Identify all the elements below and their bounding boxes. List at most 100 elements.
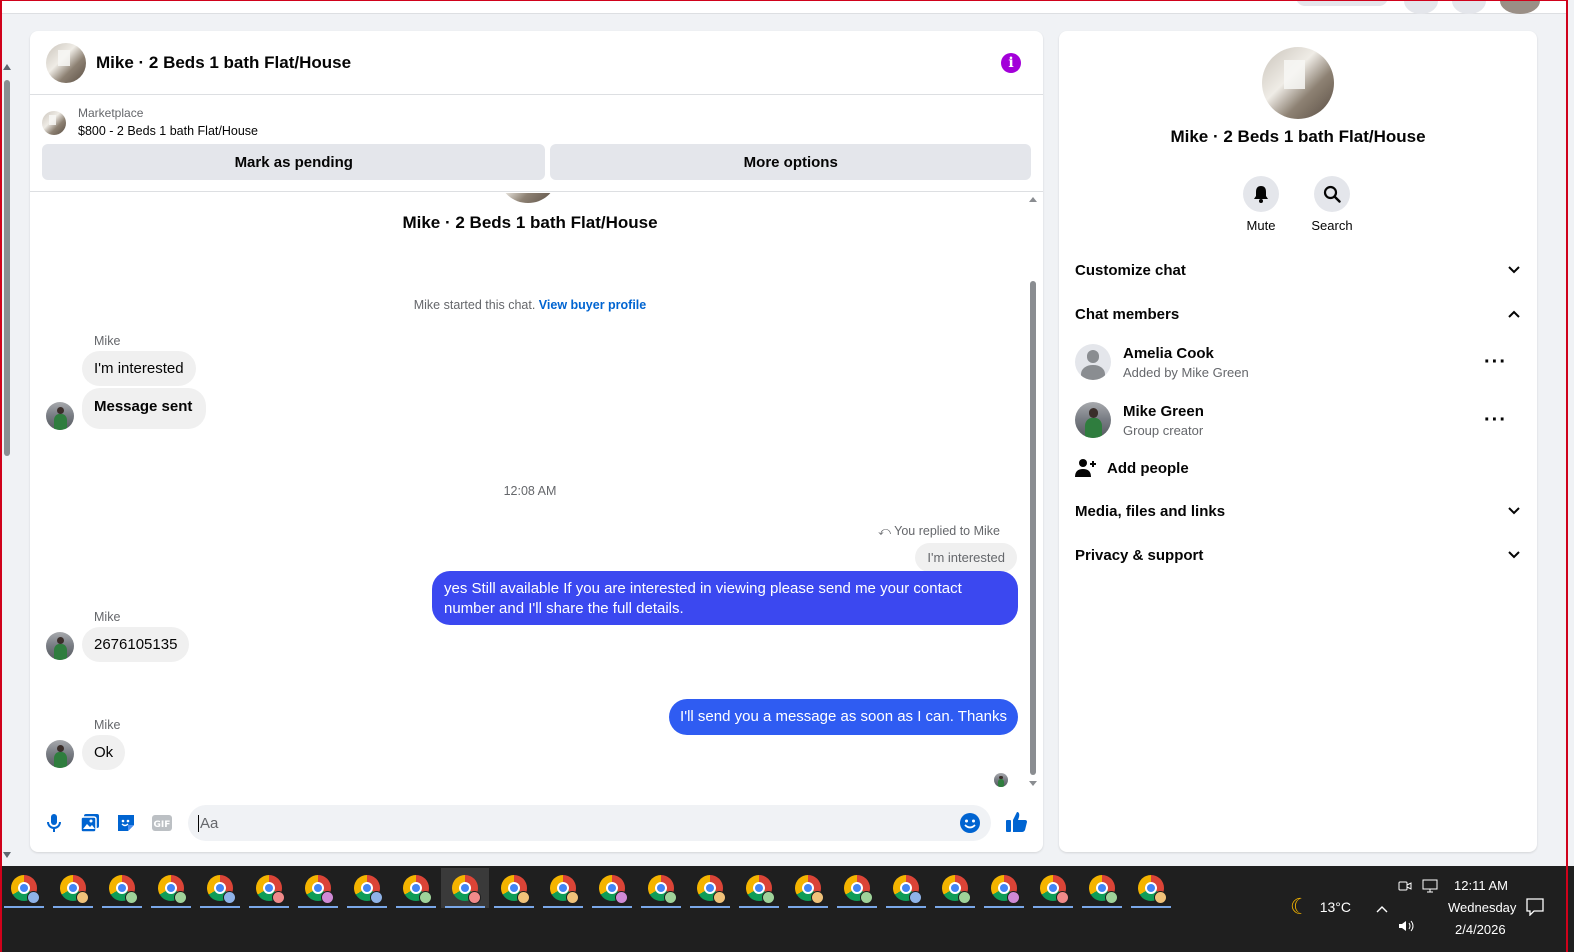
taskbar-chrome-app[interactable]: [49, 868, 97, 908]
chat-members-row[interactable]: Chat members: [1075, 306, 1521, 323]
more-options-icon[interactable]: ···: [1484, 352, 1507, 372]
thread-header-avatar: [500, 193, 556, 203]
search-action[interactable]: Search: [1302, 176, 1362, 233]
chrome-icon: [844, 875, 873, 904]
info-icon[interactable]: i: [1001, 53, 1021, 73]
profile-avatar[interactable]: [1500, 0, 1540, 14]
add-people-label: Add people: [1107, 459, 1189, 477]
member-row[interactable]: Amelia Cook Added by Mike Green ···: [1075, 344, 1521, 380]
quoted-message[interactable]: I'm interested: [915, 543, 1017, 572]
customize-chat-row[interactable]: Customize chat: [1075, 262, 1521, 279]
sender-avatar[interactable]: [46, 632, 74, 660]
timestamp: 12:08 AM: [503, 484, 557, 498]
taskbar-chrome-app[interactable]: [196, 868, 244, 908]
member-avatar[interactable]: [1075, 344, 1111, 380]
member-row[interactable]: Mike Green Group creator ···: [1075, 402, 1521, 438]
taskbar-chrome-app[interactable]: [833, 868, 881, 908]
more-options-button[interactable]: More options: [550, 144, 1031, 180]
taskbar-chrome-app[interactable]: [686, 868, 734, 908]
taskbar-chrome-app[interactable]: [294, 868, 342, 908]
message-input[interactable]: [198, 814, 959, 832]
camera-tray-icon[interactable]: [1398, 879, 1412, 898]
scroll-down-arrow[interactable]: [3, 852, 11, 858]
page-scrollbar[interactable]: [2, 64, 12, 864]
notification-icon[interactable]: [1526, 898, 1544, 921]
moon-icon: ☾: [1290, 894, 1310, 919]
mark-as-pending-button[interactable]: Mark as pending: [42, 144, 546, 180]
bell-icon[interactable]: [1243, 176, 1279, 212]
taskbar-chrome-app[interactable]: [98, 868, 146, 908]
taskbar-chrome-app[interactable]: [490, 868, 538, 908]
thread-scroll-down[interactable]: [1029, 781, 1037, 791]
top-pill[interactable]: [1296, 0, 1388, 6]
top-icon-circle[interactable]: [1452, 0, 1486, 14]
sender-avatar[interactable]: [46, 740, 74, 768]
clock-day[interactable]: Wednesday: [1448, 900, 1516, 915]
top-icon-circle[interactable]: [1404, 0, 1438, 14]
member-avatar[interactable]: [1075, 402, 1111, 438]
listing-price-title[interactable]: $800 - 2 Beds 1 bath Flat/House: [78, 124, 258, 138]
network-icon[interactable]: [1422, 879, 1438, 898]
incoming-message[interactable]: Message sent: [82, 388, 207, 429]
taskbar-chrome-app[interactable]: [784, 868, 832, 908]
privacy-support-row[interactable]: Privacy & support: [1075, 547, 1521, 564]
mute-action[interactable]: Mute: [1231, 176, 1291, 233]
outgoing-message[interactable]: I'll send you a message as soon as I can…: [669, 699, 1018, 735]
outgoing-message[interactable]: yes Still available If you are intereste…: [432, 571, 1018, 625]
scroll-up-arrow[interactable]: [3, 64, 11, 70]
scroll-thumb[interactable]: [4, 80, 10, 456]
taskbar-chrome-app[interactable]: [343, 868, 391, 908]
thread-scroll-up[interactable]: [1029, 197, 1037, 202]
taskbar-chrome-app[interactable]: [1078, 868, 1126, 908]
taskbar-chrome-app[interactable]: [441, 868, 489, 908]
running-indicator: [200, 906, 240, 908]
running-indicator: [641, 906, 681, 908]
taskbar-chrome-app[interactable]: [392, 868, 440, 908]
like-thumbs-up-icon[interactable]: [1005, 810, 1031, 836]
taskbar-chrome-app[interactable]: [931, 868, 979, 908]
details-avatar[interactable]: [1262, 47, 1334, 119]
chat-details-panel: Mike · 2 Beds 1 bath Flat/House Mute Sea…: [1059, 31, 1537, 852]
thread-scrollbar[interactable]: [1028, 197, 1038, 791]
taskbar-chrome-app[interactable]: [637, 868, 685, 908]
clock-date[interactable]: 2/4/2026: [1455, 922, 1506, 937]
weather-widget[interactable]: ☾ 13°C: [1290, 896, 1351, 918]
search-icon[interactable]: [1314, 176, 1350, 212]
incoming-message[interactable]: Ok: [82, 735, 126, 770]
chat-started-note: Mike started this chat. View buyer profi…: [30, 298, 1030, 312]
gif-icon[interactable]: GIF: [150, 811, 174, 835]
chrome-icon: [501, 875, 530, 904]
add-people-row[interactable]: Add people: [1075, 458, 1521, 478]
chevron-up-icon[interactable]: [1376, 900, 1388, 918]
taskbar-chrome-app[interactable]: [539, 868, 587, 908]
media-files-links-row[interactable]: Media, files and links: [1075, 503, 1521, 520]
incoming-message[interactable]: 2676105135: [82, 627, 190, 662]
incoming-message[interactable]: I'm interested: [82, 351, 196, 386]
thread-scroll-thumb[interactable]: [1030, 281, 1036, 775]
emoji-icon[interactable]: [959, 812, 981, 834]
microphone-icon[interactable]: [42, 811, 66, 835]
taskbar-chrome-app[interactable]: [245, 868, 293, 908]
chat-title[interactable]: Mike · 2 Beds 1 bath Flat/House: [96, 53, 351, 73]
listing-thumbnail[interactable]: [42, 111, 66, 135]
taskbar-chrome-app[interactable]: [588, 868, 636, 908]
sender-avatar[interactable]: [46, 402, 74, 430]
profile-badge-icon: [223, 891, 236, 904]
taskbar-chrome-app[interactable]: [980, 868, 1028, 908]
running-indicator: [151, 906, 191, 908]
sticker-icon[interactable]: [114, 811, 138, 835]
more-options-icon[interactable]: ···: [1484, 410, 1507, 430]
listing-avatar[interactable]: [46, 42, 86, 83]
profile-badge-icon: [1056, 891, 1069, 904]
photo-icon[interactable]: [78, 811, 102, 835]
taskbar-chrome-app[interactable]: [147, 868, 195, 908]
taskbar-chrome-app[interactable]: [882, 868, 930, 908]
taskbar-chrome-app[interactable]: [1127, 868, 1175, 908]
clock-time[interactable]: 12:11 AM: [1454, 878, 1508, 893]
volume-icon[interactable]: [1398, 919, 1416, 938]
taskbar-chrome-app[interactable]: [0, 868, 48, 908]
taskbar-chrome-app[interactable]: [1029, 868, 1077, 908]
taskbar-chrome-app[interactable]: [735, 868, 783, 908]
view-buyer-profile-link[interactable]: View buyer profile: [539, 298, 646, 312]
chrome-icon: [60, 875, 89, 904]
